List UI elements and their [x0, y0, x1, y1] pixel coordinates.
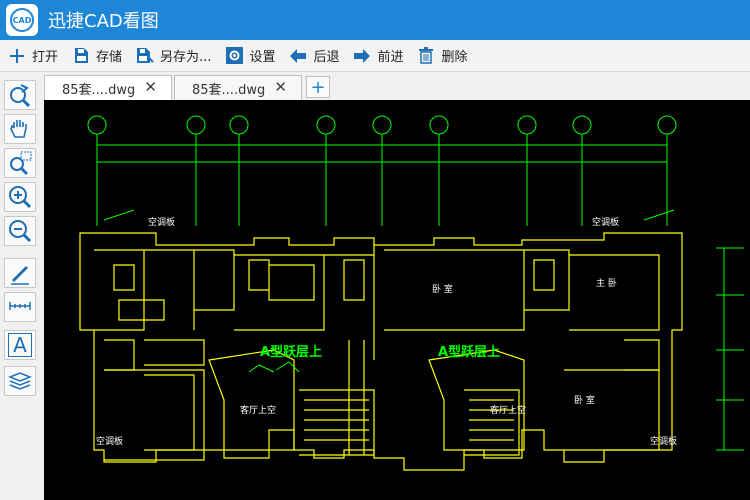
- living-open-label: 客厅上空: [240, 404, 276, 416]
- pan-hand-icon: [10, 120, 27, 138]
- trash-icon: [417, 47, 435, 65]
- tab-drawing-2[interactable]: 85套....dwg ✕: [174, 75, 302, 100]
- zoom-window-icon: [10, 151, 32, 176]
- zoom-back-icon: [10, 84, 31, 108]
- measure-button[interactable]: [4, 292, 36, 322]
- text-tool-button[interactable]: A: [4, 330, 36, 360]
- ac-board-label: 空调板: [592, 216, 619, 228]
- bedroom-label: 卧 室: [432, 283, 453, 295]
- delete-button[interactable]: 删除: [409, 42, 473, 70]
- app-title: 迅捷CAD看图: [48, 11, 159, 32]
- duplex-label: A型跃层上: [260, 344, 322, 360]
- save-button[interactable]: 存储: [64, 42, 128, 70]
- add-tab-button[interactable]: +: [306, 76, 330, 98]
- ac-board-label: 空调板: [148, 216, 175, 228]
- close-icon[interactable]: ✕: [274, 78, 287, 96]
- axis-grid: [87, 115, 744, 451]
- layers-button[interactable]: [4, 366, 36, 396]
- cad-logo-icon: CAD: [10, 8, 34, 32]
- highlight-marks: [103, 209, 675, 373]
- tab-drawing-1[interactable]: 85套....dwg ✕: [44, 75, 172, 100]
- zoom-window-button[interactable]: [4, 148, 36, 178]
- bedroom-label: 卧 室: [574, 394, 595, 406]
- cad-drawing-canvas[interactable]: 空调板 空调板 卧 室 主 卧 客厅上空 客厅上空 卧 室 空调板 空调板 A型…: [44, 100, 750, 500]
- measure-icon: [9, 302, 31, 310]
- layers-icon: [7, 372, 33, 390]
- settings-button[interactable]: 设置: [217, 42, 281, 70]
- zoom-back-button[interactable]: [4, 80, 36, 110]
- zoom-in-button[interactable]: [4, 182, 36, 212]
- text-tool-icon: A: [8, 333, 32, 357]
- pan-button[interactable]: [4, 114, 36, 144]
- forward-button[interactable]: 前进: [345, 42, 409, 70]
- pencil-icon: [11, 266, 29, 285]
- open-button[interactable]: 打开: [0, 42, 64, 70]
- master-bedroom-label: 主 卧: [596, 277, 617, 289]
- save-icon: [72, 47, 90, 65]
- zoom-out-button[interactable]: [4, 216, 36, 246]
- tab-bar: 85套....dwg ✕ 85套....dwg ✕ +: [44, 72, 750, 100]
- walls: [79, 232, 683, 471]
- side-toolbar: A: [0, 72, 44, 500]
- arrow-right-icon: [353, 47, 371, 65]
- duplex-label: A型跃层上: [438, 344, 500, 360]
- ac-board-label: 空调板: [650, 435, 677, 447]
- plus-icon: [8, 47, 26, 65]
- app-logo: CAD: [6, 4, 38, 36]
- draw-button[interactable]: [4, 258, 36, 288]
- zoom-out-icon: [9, 220, 32, 243]
- back-button[interactable]: 后退: [281, 42, 345, 70]
- toolbar: 打开 存储 另存为... 设置 后退 前进 删除: [0, 40, 750, 72]
- arrow-left-icon: [289, 47, 307, 65]
- save-as-button[interactable]: 另存为...: [128, 42, 217, 70]
- ac-board-label: 空调板: [96, 435, 123, 447]
- gear-icon: [225, 47, 243, 65]
- zoom-in-icon: [9, 186, 32, 209]
- close-icon[interactable]: ✕: [144, 78, 157, 96]
- save-as-icon: [136, 47, 154, 65]
- living-open-label: 客厅上空: [490, 404, 526, 416]
- floor-plan-drawing: 空调板 空调板 卧 室 主 卧 客厅上空 客厅上空 卧 室 空调板 空调板 A型…: [79, 115, 744, 471]
- title-bar: CAD 迅捷CAD看图: [0, 0, 750, 40]
